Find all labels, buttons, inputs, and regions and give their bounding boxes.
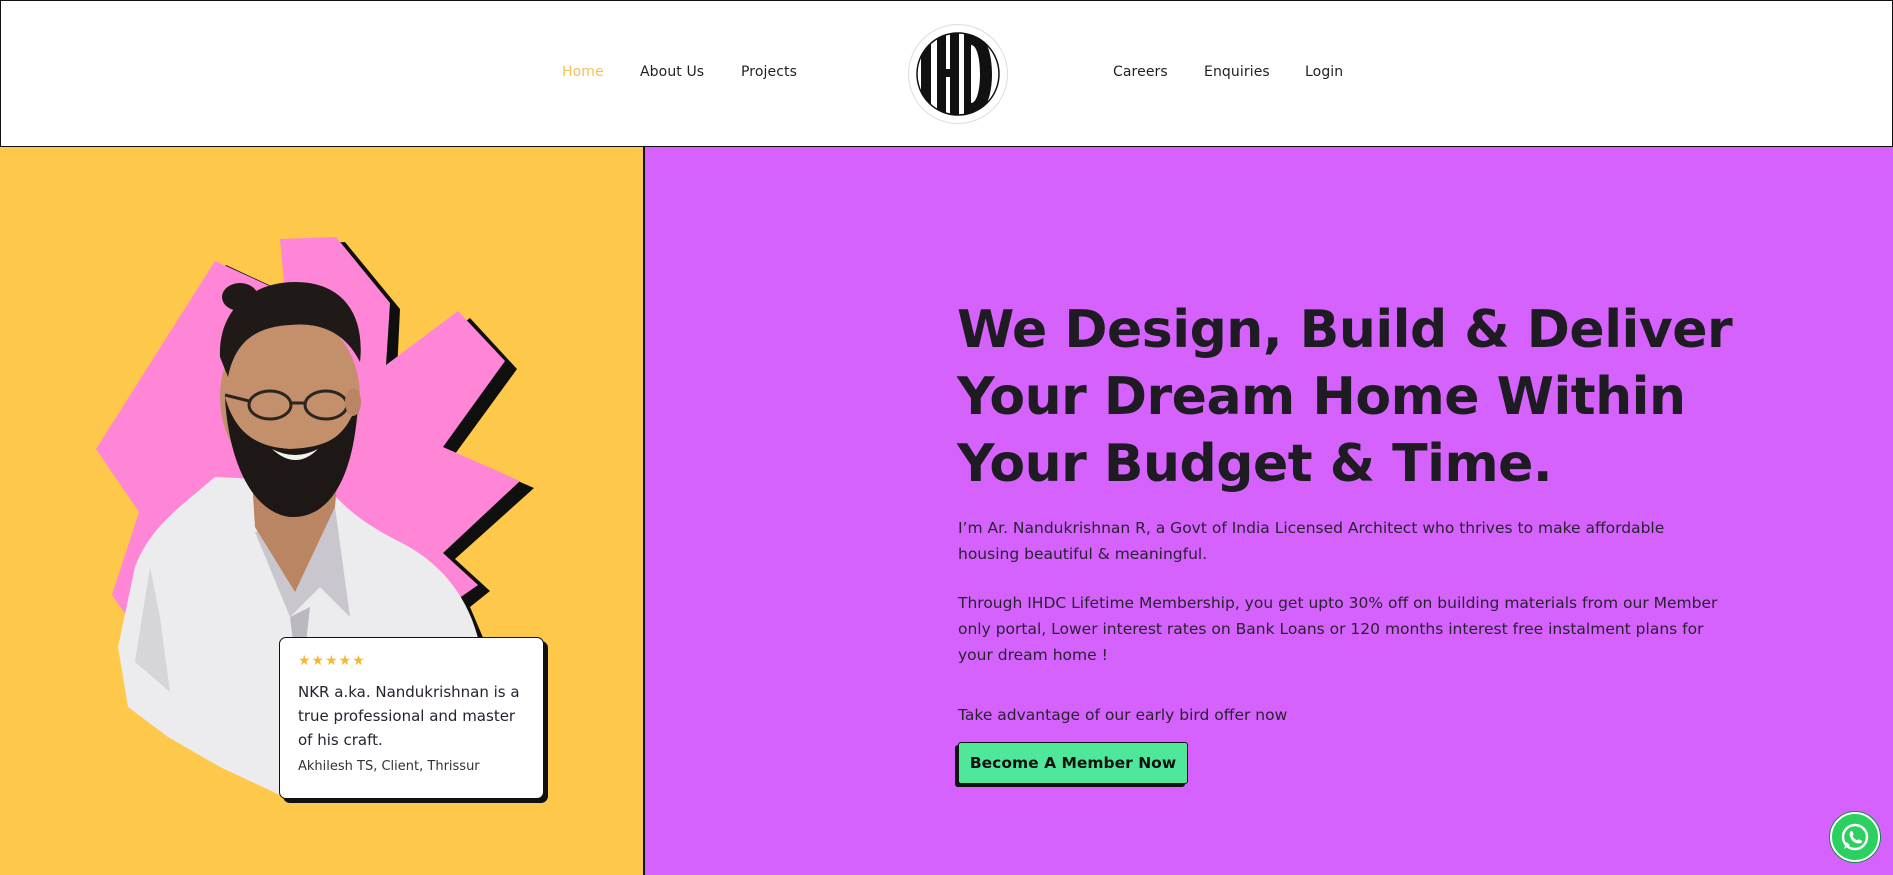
testimonial-author: Akhilesh TS, Client, Thrissur	[298, 759, 480, 774]
nav-link-home[interactable]: Home	[562, 64, 604, 80]
become-member-button[interactable]: Become A Member Now	[958, 742, 1188, 784]
nav-link-careers[interactable]: Careers	[1113, 64, 1168, 80]
nav-link-enquiries[interactable]: Enquiries	[1204, 64, 1270, 80]
nav-link-login[interactable]: Login	[1305, 64, 1343, 80]
hero-content-panel: We Design, Build & Deliver Your Dream Ho…	[645, 147, 1893, 875]
membership-paragraph: Through IHDC Lifetime Membership, you ge…	[958, 594, 1718, 664]
ihdc-logo[interactable]	[908, 24, 1008, 124]
testimonial-quote: NKR a.ka. Nandukrishnan is a true profes…	[298, 683, 520, 749]
headline-line-3: Your Budget & Time.	[957, 434, 1553, 494]
hero-headline: We Design, Build & Deliver Your Dream Ho…	[957, 297, 1733, 498]
hero-image-panel: ★★★★★ NKR a.ka. Nandukrishnan is a true …	[0, 147, 645, 875]
whatsapp-icon	[1841, 823, 1869, 851]
intro-paragraph: I’m Ar. Nandukrishnan R, a Govt of India…	[958, 519, 1665, 563]
testimonial-card: ★★★★★ NKR a.ka. Nandukrishnan is a true …	[279, 637, 544, 799]
nav-link-about-us[interactable]: About Us	[640, 64, 704, 80]
whatsapp-chat-button[interactable]	[1830, 812, 1880, 862]
headline-line-1: We Design, Build & Deliver	[957, 300, 1733, 360]
top-navbar: Home About Us Projects Careers Enquiries…	[0, 0, 1893, 147]
nav-link-projects[interactable]: Projects	[741, 64, 797, 80]
early-bird-offer-text: Take advantage of our early bird offer n…	[958, 706, 1288, 724]
ihdc-logo-mark	[916, 32, 1000, 116]
headline-line-2: Your Dream Home Within	[957, 367, 1686, 427]
star-rating: ★★★★★	[298, 653, 366, 669]
